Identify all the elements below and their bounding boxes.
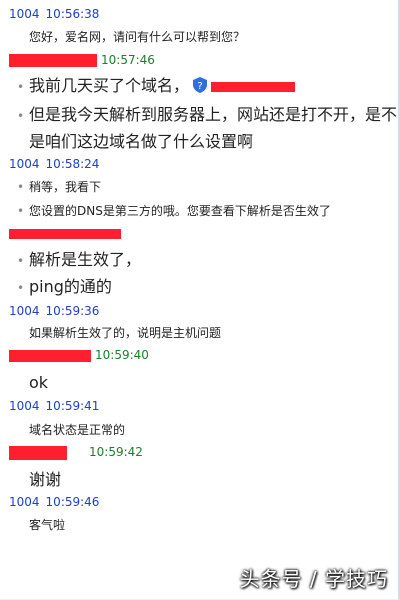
bullet-icon: • (17, 80, 25, 94)
sender-id: 1004 (9, 7, 40, 21)
redacted-username (9, 445, 67, 460)
bullet-icon: • (17, 204, 25, 218)
timestamp: 10:59:40 (95, 348, 149, 362)
message-text: 域名状态是正常的 (29, 423, 126, 437)
message-header: 10:59:40 (9, 348, 149, 363)
message-text: 我前几天买了个域名，? (29, 76, 296, 96)
timestamp: 10:59:41 (45, 399, 100, 413)
redacted-username (9, 228, 121, 239)
bullet-icon: • (17, 281, 25, 295)
message-header: 1004 10:59:36 (9, 304, 99, 319)
message-line: 您设置的DNS是第三方的哦。您要查看下解析是否生效了 (29, 204, 331, 218)
message-header: 10:57:46 (9, 53, 155, 68)
message-header: 10:59:42 (9, 445, 143, 460)
message-line: 稍等，我看下 (29, 180, 102, 194)
redacted-domain (211, 81, 296, 92)
bullet-icon: • (17, 109, 25, 123)
timestamp: 10:58:24 (45, 157, 100, 171)
sender-id: 1004 (9, 495, 40, 509)
timestamp: 10:56:38 (45, 7, 100, 21)
message-header: 1004 10:59:41 (9, 399, 99, 414)
bullet-icon: • (17, 180, 25, 194)
message-text: ok (29, 373, 49, 392)
message-header (9, 226, 121, 241)
message-text: 客气啦 (29, 518, 66, 532)
message-text: 谢谢 (29, 470, 62, 489)
redacted-username (9, 349, 91, 362)
sender-id: 1004 (9, 157, 40, 171)
timestamp: 10:59:42 (89, 445, 143, 459)
message-line: 解析是生效了， (29, 250, 142, 269)
bullet-icon: • (17, 254, 25, 268)
shield-icon: ? (193, 77, 208, 93)
timestamp: 10:59:36 (45, 304, 100, 318)
message-header: 1004 10:56:38 (9, 7, 99, 22)
sender-id: 1004 (9, 399, 40, 413)
message-text: 如果解析生效了的，说明是主机问题 (29, 326, 222, 340)
message-header: 1004 10:58:24 (9, 157, 99, 172)
message-line: ping的通的 (29, 277, 112, 296)
svg-text:?: ? (197, 81, 202, 92)
message-text: 您好，爱名网，请问有什么可以帮到您？ (29, 30, 246, 44)
redacted-username (9, 54, 97, 67)
message-header: 1004 10:59:46 (9, 495, 99, 510)
message-line: 我前几天买了个域名， (29, 76, 190, 95)
timestamp: 10:59:46 (45, 495, 100, 509)
chat-history[interactable]: 1004 10:56:38 您好，爱名网，请问有什么可以帮到您？ 10:57:46… (0, 0, 398, 600)
message-line: 是咱们这边域名做了什么设置啊 (29, 132, 254, 151)
timestamp: 10:57:46 (101, 53, 155, 67)
message-line: 但是我今天解析到服务器上，网站还是打不开，是不 (29, 105, 398, 124)
watermark: 头条号 / 学技巧 (239, 567, 388, 591)
sender-id: 1004 (9, 304, 40, 318)
